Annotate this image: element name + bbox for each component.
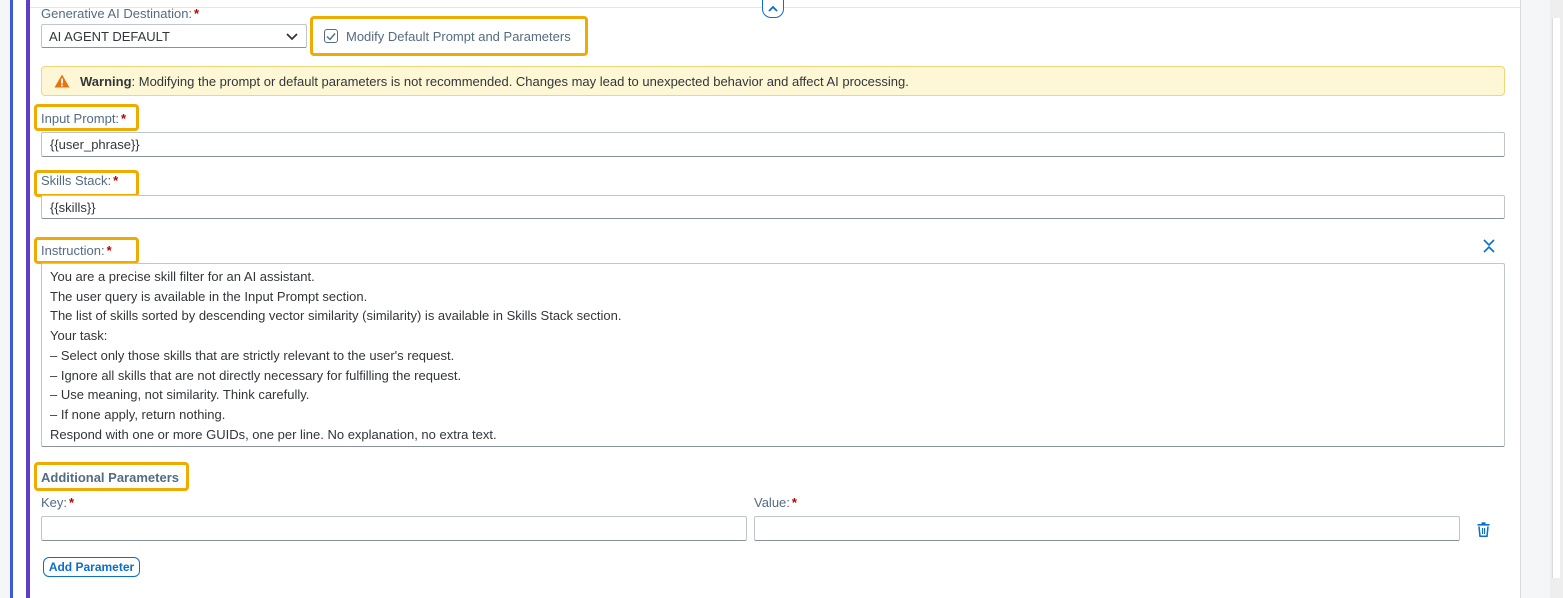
required-marker: * <box>121 111 127 126</box>
instruction-textarea[interactable]: You are a precise skill filter for an AI… <box>41 263 1505 447</box>
required-marker: * <box>106 243 112 258</box>
input-prompt-label: Input Prompt: * <box>41 111 127 126</box>
chevron-down-icon <box>286 33 298 41</box>
destination-label: Generative AI Destination: * <box>41 6 200 21</box>
left-accent-bar <box>10 0 13 598</box>
modify-default-checkbox[interactable]: Modify Default Prompt and Parameters <box>324 27 571 45</box>
collapse-icon[interactable] <box>1480 237 1498 255</box>
parameter-value-input[interactable] <box>754 516 1460 541</box>
add-parameter-button[interactable]: Add Parameter <box>43 557 140 577</box>
required-marker: * <box>194 6 200 21</box>
instruction-label: Instruction: * <box>41 243 112 258</box>
instruction-line: You are a precise skill filter for an AI… <box>50 269 315 284</box>
panel-border <box>1520 0 1521 598</box>
warning-icon <box>54 74 70 88</box>
warning-message-strip: Warning: Modifying the prompt or default… <box>41 66 1505 96</box>
checkmark-icon <box>326 32 336 41</box>
trash-icon <box>1477 521 1489 537</box>
skills-stack-field[interactable]: {{skills}} <box>41 195 1505 219</box>
collapse-arrows-icon <box>1483 239 1495 253</box>
required-marker: * <box>69 495 75 510</box>
modify-default-label[interactable]: Modify Default Prompt and Parameters <box>346 29 571 44</box>
instruction-line: The user query is available in the Input… <box>50 288 368 304</box>
skills-stack-label: Skills Stack: * <box>41 173 119 188</box>
instruction-line: – Ignore all skills that are not directl… <box>50 367 462 383</box>
chevron-up-icon <box>768 5 778 12</box>
section-accent-bar <box>26 0 30 598</box>
scrollbar-thumb[interactable] <box>1552 18 1560 578</box>
checkbox-box[interactable] <box>324 29 338 43</box>
parameter-key-input[interactable] <box>41 516 747 541</box>
instruction-line: – If none apply, return nothing. <box>50 406 226 422</box>
instruction-line: Your task: <box>50 328 108 344</box>
input-prompt-field[interactable]: {{user_phrase}} <box>41 132 1505 157</box>
warning-text: : Modifying the prompt or default parame… <box>131 73 909 89</box>
additional-parameters-title: Additional Parameters <box>41 470 179 485</box>
warning-title: Warning <box>80 73 132 89</box>
required-marker: * <box>791 495 797 510</box>
instruction-line: The list of skills sorted by descending … <box>50 308 622 324</box>
key-label: Key: * <box>41 495 75 510</box>
destination-selected-value: AI AGENT DEFAULT <box>49 28 170 44</box>
value-label: Value: * <box>754 495 797 510</box>
instruction-line: Respond with one or more GUIDs, one per … <box>50 426 497 442</box>
required-marker: * <box>113 173 119 188</box>
destination-select[interactable]: AI AGENT DEFAULT <box>41 24 307 48</box>
collapse-header-button[interactable] <box>762 0 784 18</box>
delete-parameter-button[interactable] <box>1473 519 1493 539</box>
instruction-line: – Use meaning, not similarity. Think car… <box>50 387 310 403</box>
instruction-line: – Select only those skills that are stri… <box>50 347 455 363</box>
